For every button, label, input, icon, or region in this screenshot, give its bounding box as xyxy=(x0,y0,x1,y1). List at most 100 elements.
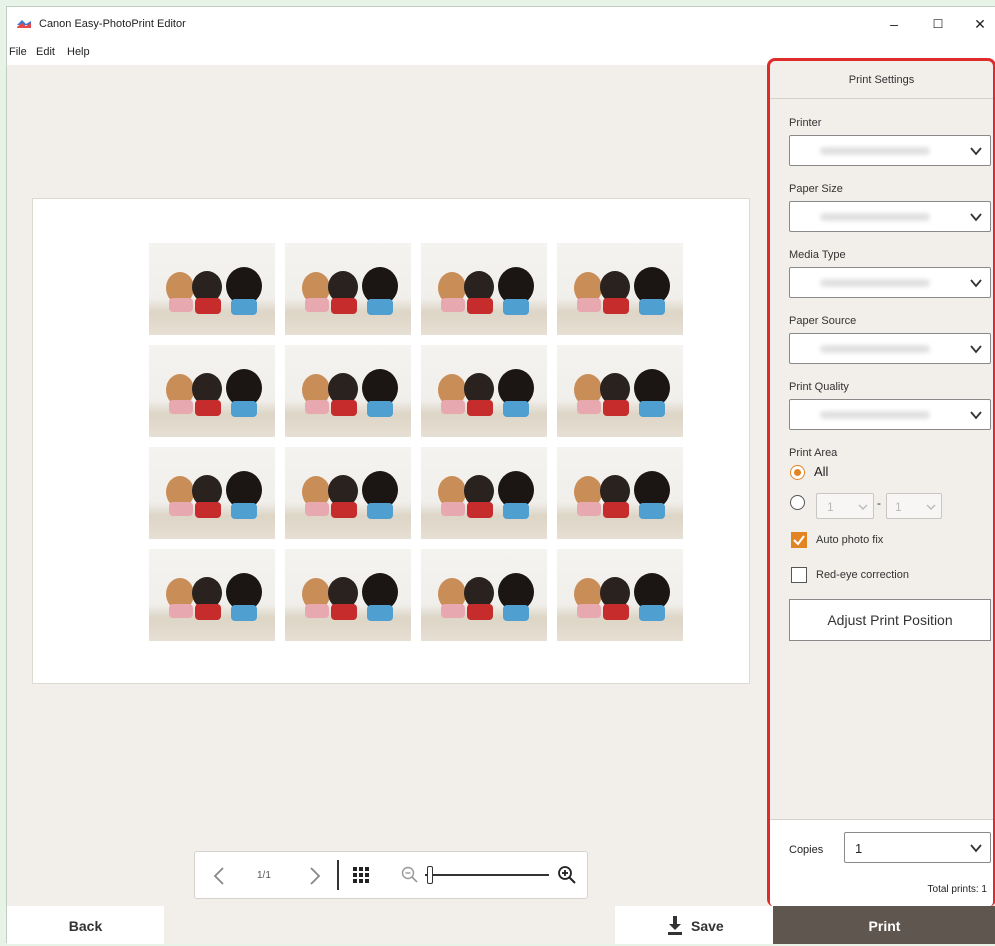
print-area-range-option[interactable]: 1 - 1 xyxy=(790,493,990,519)
zoom-out-icon[interactable] xyxy=(401,866,419,884)
checkmark-icon xyxy=(793,535,805,546)
photo-thumbnail[interactable] xyxy=(285,447,411,539)
photo-thumbnail[interactable] xyxy=(285,549,411,641)
dog-shirt xyxy=(305,400,329,414)
copies-select[interactable]: 1 xyxy=(844,832,991,863)
photo-thumbnail[interactable] xyxy=(421,345,547,437)
dog-shirt xyxy=(305,604,329,618)
range-to-select[interactable]: 1 xyxy=(886,493,942,519)
save-button[interactable]: Save xyxy=(615,906,773,944)
range-to-value: 1 xyxy=(895,500,902,514)
printer-value-blurred xyxy=(820,147,930,155)
page-indicator: 1/1 xyxy=(257,870,271,881)
range-from-select[interactable]: 1 xyxy=(816,493,874,519)
menu-help[interactable]: Help xyxy=(67,46,90,58)
paper-size-select[interactable] xyxy=(789,201,991,232)
dog-shirt xyxy=(577,502,601,516)
dog-shirt xyxy=(441,502,465,516)
photo-thumbnail[interactable] xyxy=(149,447,275,539)
photo-thumbnail[interactable] xyxy=(421,243,547,335)
dog-shirt xyxy=(467,400,493,416)
print-area-all-option[interactable]: All xyxy=(790,463,890,483)
zoom-slider-thumb[interactable] xyxy=(427,866,434,884)
photo-thumbnail[interactable] xyxy=(149,243,275,335)
dog-shirt xyxy=(441,298,465,312)
total-prints: Total prints: 1 xyxy=(927,884,987,895)
maximize-button[interactable]: ☐ xyxy=(923,13,953,35)
dog-shirt xyxy=(195,400,221,416)
close-button[interactable]: ✕ xyxy=(965,13,995,35)
dog-shirt xyxy=(639,605,665,621)
photo-thumbnail[interactable] xyxy=(557,243,683,335)
dog-shirt xyxy=(577,604,601,618)
adjust-print-position-button[interactable]: Adjust Print Position xyxy=(789,599,991,641)
dog-shirt xyxy=(367,299,393,315)
dog-shirt xyxy=(195,298,221,314)
photo-thumbnail[interactable] xyxy=(421,447,547,539)
toolbar-divider xyxy=(337,860,339,890)
print-area-all-label: All xyxy=(814,464,829,479)
photo-thumbnail[interactable] xyxy=(149,345,275,437)
printer-select[interactable] xyxy=(789,135,991,166)
dog-shirt xyxy=(639,299,665,315)
dog-shirt xyxy=(441,400,465,414)
photo-thumbnail[interactable] xyxy=(285,345,411,437)
app-title: Canon Easy-PhotoPrint Editor xyxy=(39,18,186,30)
dog-shirt xyxy=(231,503,257,519)
dog-shirt xyxy=(603,400,629,416)
photo-thumbnail[interactable] xyxy=(149,549,275,641)
range-from-value: 1 xyxy=(827,500,834,514)
copies-label: Copies xyxy=(789,844,824,856)
chevron-right-icon[interactable] xyxy=(309,866,321,886)
chevron-down-icon xyxy=(926,504,936,510)
dog-shirt xyxy=(503,503,529,519)
minimize-button[interactable]: – xyxy=(879,13,909,35)
menu-file[interactable]: File xyxy=(9,46,27,58)
grid-view-icon[interactable] xyxy=(353,867,369,883)
app-window: Canon Easy-PhotoPrint Editor – ☐ ✕ File … xyxy=(6,6,995,944)
auto-photo-fix-checkbox[interactable] xyxy=(791,532,807,548)
dog-shirt xyxy=(331,298,357,314)
paper-source-select[interactable] xyxy=(789,333,991,364)
save-label: Save xyxy=(691,918,724,934)
dog-shirt xyxy=(195,604,221,620)
dog-shirt xyxy=(331,604,357,620)
print-area-all-radio[interactable] xyxy=(790,465,805,480)
chevron-left-icon[interactable] xyxy=(213,866,225,886)
print-quality-select[interactable] xyxy=(789,399,991,430)
red-eye-correction-checkbox[interactable] xyxy=(791,567,807,583)
dog-shirt xyxy=(331,502,357,518)
photo-thumbnail[interactable] xyxy=(285,243,411,335)
paper-source-value-blurred xyxy=(820,345,930,353)
media-type-label: Media Type xyxy=(789,249,846,261)
dog-shirt xyxy=(169,298,193,312)
dog-shirt xyxy=(231,605,257,621)
print-button[interactable]: Print xyxy=(773,906,995,944)
dog-shirt xyxy=(467,298,493,314)
app-logo-icon xyxy=(17,20,31,28)
zoom-in-icon[interactable] xyxy=(557,865,577,885)
print-quality-value-blurred xyxy=(820,411,930,419)
photo-thumbnail[interactable] xyxy=(557,447,683,539)
photo-thumbnail[interactable] xyxy=(557,345,683,437)
dog-shirt xyxy=(603,298,629,314)
auto-photo-fix-label: Auto photo fix xyxy=(816,534,884,546)
dog-shirt xyxy=(367,503,393,519)
range-separator: - xyxy=(877,496,881,510)
download-icon xyxy=(668,916,682,935)
dog-shirt xyxy=(331,400,357,416)
chevron-down-icon xyxy=(970,844,982,853)
paper-size-value-blurred xyxy=(820,213,930,221)
menu-edit[interactable]: Edit xyxy=(36,46,55,58)
chevron-down-icon xyxy=(970,279,982,288)
print-settings-title: Print Settings xyxy=(770,61,993,99)
dog-shirt xyxy=(305,298,329,312)
dog-shirt xyxy=(231,401,257,417)
photo-thumbnail[interactable] xyxy=(557,549,683,641)
zoom-slider-track[interactable] xyxy=(425,874,549,876)
media-type-select[interactable] xyxy=(789,267,991,298)
dog-shirt xyxy=(467,502,493,518)
back-button[interactable]: Back xyxy=(7,906,164,944)
print-area-range-radio[interactable] xyxy=(790,495,805,510)
photo-thumbnail[interactable] xyxy=(421,549,547,641)
